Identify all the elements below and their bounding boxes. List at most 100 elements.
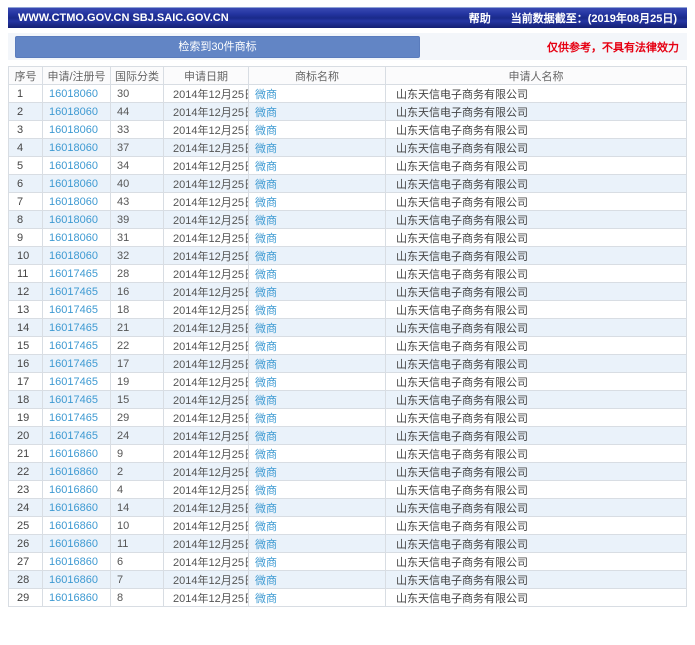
registration-number-link[interactable]: 16017465 bbox=[49, 394, 98, 406]
applicant-name-cell: 山东天信电子商务有限公司 bbox=[386, 175, 687, 193]
registration-number-link[interactable]: 16018060 bbox=[49, 88, 98, 100]
trademark-name-link[interactable]: 微商 bbox=[255, 341, 277, 353]
registration-number-link[interactable]: 16018060 bbox=[49, 250, 98, 262]
registration-number-link[interactable]: 16016860 bbox=[49, 466, 98, 478]
application-date-cell: 2014年12月25日 bbox=[164, 121, 249, 139]
registration-number-link-cell: 16018060 bbox=[43, 139, 111, 157]
registration-number-link[interactable]: 16018060 bbox=[49, 106, 98, 118]
registration-number-link[interactable]: 16016860 bbox=[49, 574, 98, 586]
trademark-name-link[interactable]: 微商 bbox=[255, 503, 277, 515]
trademark-name-link[interactable]: 微商 bbox=[255, 125, 277, 137]
table-row: 816018060392014年12月25日微商山东天信电子商务有限公司 bbox=[9, 211, 687, 229]
registration-number-link[interactable]: 16017465 bbox=[49, 430, 98, 442]
trademark-name-link[interactable]: 微商 bbox=[255, 323, 277, 335]
trademark-name-link[interactable]: 微商 bbox=[255, 467, 277, 479]
application-date-cell: 2014年12月25日 bbox=[164, 85, 249, 103]
serial-number-cell: 29 bbox=[9, 589, 43, 607]
registration-number-link[interactable]: 16018060 bbox=[49, 142, 98, 154]
results-tbody: 116018060302014年12月25日微商山东天信电子商务有限公司2160… bbox=[9, 85, 687, 607]
trademark-name-link[interactable]: 微商 bbox=[255, 269, 277, 281]
serial-number-cell: 23 bbox=[9, 481, 43, 499]
trademark-name-link[interactable]: 微商 bbox=[255, 143, 277, 155]
registration-number-link[interactable]: 16017465 bbox=[49, 268, 98, 280]
trademark-name-link[interactable]: 微商 bbox=[255, 305, 277, 317]
trademark-name-link[interactable]: 微商 bbox=[255, 233, 277, 245]
registration-number-link[interactable]: 16017465 bbox=[49, 376, 98, 388]
trademark-name-link[interactable]: 微商 bbox=[255, 539, 277, 551]
table-row: 231601686042014年12月25日微商山东天信电子商务有限公司 bbox=[9, 481, 687, 499]
serial-number-cell: 25 bbox=[9, 517, 43, 535]
registration-number-link[interactable]: 16016860 bbox=[49, 502, 98, 514]
registration-number-link-cell: 16018060 bbox=[43, 247, 111, 265]
trademark-name-link[interactable]: 微商 bbox=[255, 593, 277, 605]
registration-number-link-cell: 16017465 bbox=[43, 391, 111, 409]
registration-number-link[interactable]: 16018060 bbox=[49, 232, 98, 244]
top-title-bar: WWW.CTMO.GOV.CN SBJ.SAIC.GOV.CN 帮助 当前数据截… bbox=[8, 7, 687, 28]
registration-number-link[interactable]: 16018060 bbox=[49, 214, 98, 226]
applicant-name-cell: 山东天信电子商务有限公司 bbox=[386, 121, 687, 139]
registration-number-link[interactable]: 16016860 bbox=[49, 592, 98, 604]
table-row: 416018060372014年12月25日微商山东天信电子商务有限公司 bbox=[9, 139, 687, 157]
registration-number-link[interactable]: 16017465 bbox=[49, 286, 98, 298]
intl-class-cell: 8 bbox=[111, 589, 164, 607]
trademark-name-link[interactable]: 微商 bbox=[255, 359, 277, 371]
table-row: 916018060312014年12月25日微商山东天信电子商务有限公司 bbox=[9, 229, 687, 247]
applicant-name-cell: 山东天信电子商务有限公司 bbox=[386, 229, 687, 247]
trademark-name-link[interactable]: 微商 bbox=[255, 215, 277, 227]
trademark-name-link[interactable]: 微商 bbox=[255, 521, 277, 533]
application-date-cell: 2014年12月25日 bbox=[164, 589, 249, 607]
serial-number-cell: 28 bbox=[9, 571, 43, 589]
registration-number-link[interactable]: 16016860 bbox=[49, 556, 98, 568]
trademark-name-link[interactable]: 微商 bbox=[255, 179, 277, 191]
trademark-name-link[interactable]: 微商 bbox=[255, 197, 277, 209]
trademark-name-link[interactable]: 微商 bbox=[255, 377, 277, 389]
trademark-name-link-cell: 微商 bbox=[249, 283, 386, 301]
applicant-name-cell: 山东天信电子商务有限公司 bbox=[386, 85, 687, 103]
trademark-name-link[interactable]: 微商 bbox=[255, 557, 277, 569]
trademark-name-link-cell: 微商 bbox=[249, 481, 386, 499]
serial-number-cell: 13 bbox=[9, 301, 43, 319]
registration-number-link-cell: 16017465 bbox=[43, 337, 111, 355]
trademark-name-link[interactable]: 微商 bbox=[255, 107, 277, 119]
registration-number-link[interactable]: 16016860 bbox=[49, 538, 98, 550]
trademark-name-link[interactable]: 微商 bbox=[255, 395, 277, 407]
registration-number-link[interactable]: 16017465 bbox=[49, 304, 98, 316]
registration-number-link[interactable]: 16018060 bbox=[49, 160, 98, 172]
trademark-name-link[interactable]: 微商 bbox=[255, 161, 277, 173]
registration-number-link[interactable]: 16016860 bbox=[49, 484, 98, 496]
registration-number-link[interactable]: 16017465 bbox=[49, 412, 98, 424]
data-cutoff-value: (2019年08月25日) bbox=[588, 13, 677, 25]
trademark-name-link[interactable]: 微商 bbox=[255, 485, 277, 497]
registration-number-link[interactable]: 16017465 bbox=[49, 340, 98, 352]
help-link[interactable]: 帮助 bbox=[469, 10, 491, 26]
serial-number-cell: 10 bbox=[9, 247, 43, 265]
registration-number-link[interactable]: 16017465 bbox=[49, 322, 98, 334]
registration-number-link[interactable]: 16018060 bbox=[49, 124, 98, 136]
trademark-name-link[interactable]: 微商 bbox=[255, 89, 277, 101]
applicant-name-cell: 山东天信电子商务有限公司 bbox=[386, 499, 687, 517]
table-row: 1516017465222014年12月25日微商山东天信电子商务有限公司 bbox=[9, 337, 687, 355]
serial-number-cell: 5 bbox=[9, 157, 43, 175]
application-date-cell: 2014年12月25日 bbox=[164, 103, 249, 121]
application-date-cell: 2014年12月25日 bbox=[164, 175, 249, 193]
trademark-name-link-cell: 微商 bbox=[249, 319, 386, 337]
trademark-name-link[interactable]: 微商 bbox=[255, 449, 277, 461]
trademark-name-link-cell: 微商 bbox=[249, 229, 386, 247]
trademark-name-link[interactable]: 微商 bbox=[255, 413, 277, 425]
trademark-name-link[interactable]: 微商 bbox=[255, 575, 277, 587]
registration-number-link[interactable]: 16018060 bbox=[49, 196, 98, 208]
trademark-name-link[interactable]: 微商 bbox=[255, 251, 277, 263]
trademark-name-link[interactable]: 微商 bbox=[255, 287, 277, 299]
registration-number-link[interactable]: 16017465 bbox=[49, 358, 98, 370]
registration-number-link[interactable]: 16016860 bbox=[49, 520, 98, 532]
application-date-cell: 2014年12月25日 bbox=[164, 427, 249, 445]
registration-number-link[interactable]: 16018060 bbox=[49, 178, 98, 190]
legal-disclaimer: 仅供参考，不具有法律效力 bbox=[547, 39, 679, 55]
registration-number-link[interactable]: 16016860 bbox=[49, 448, 98, 460]
header-applicant-name: 申请人名称 bbox=[386, 67, 687, 85]
serial-number-cell: 8 bbox=[9, 211, 43, 229]
intl-class-cell: 24 bbox=[111, 427, 164, 445]
intl-class-cell: 31 bbox=[111, 229, 164, 247]
site-address: WWW.CTMO.GOV.CN SBJ.SAIC.GOV.CN bbox=[18, 12, 229, 24]
trademark-name-link[interactable]: 微商 bbox=[255, 431, 277, 443]
